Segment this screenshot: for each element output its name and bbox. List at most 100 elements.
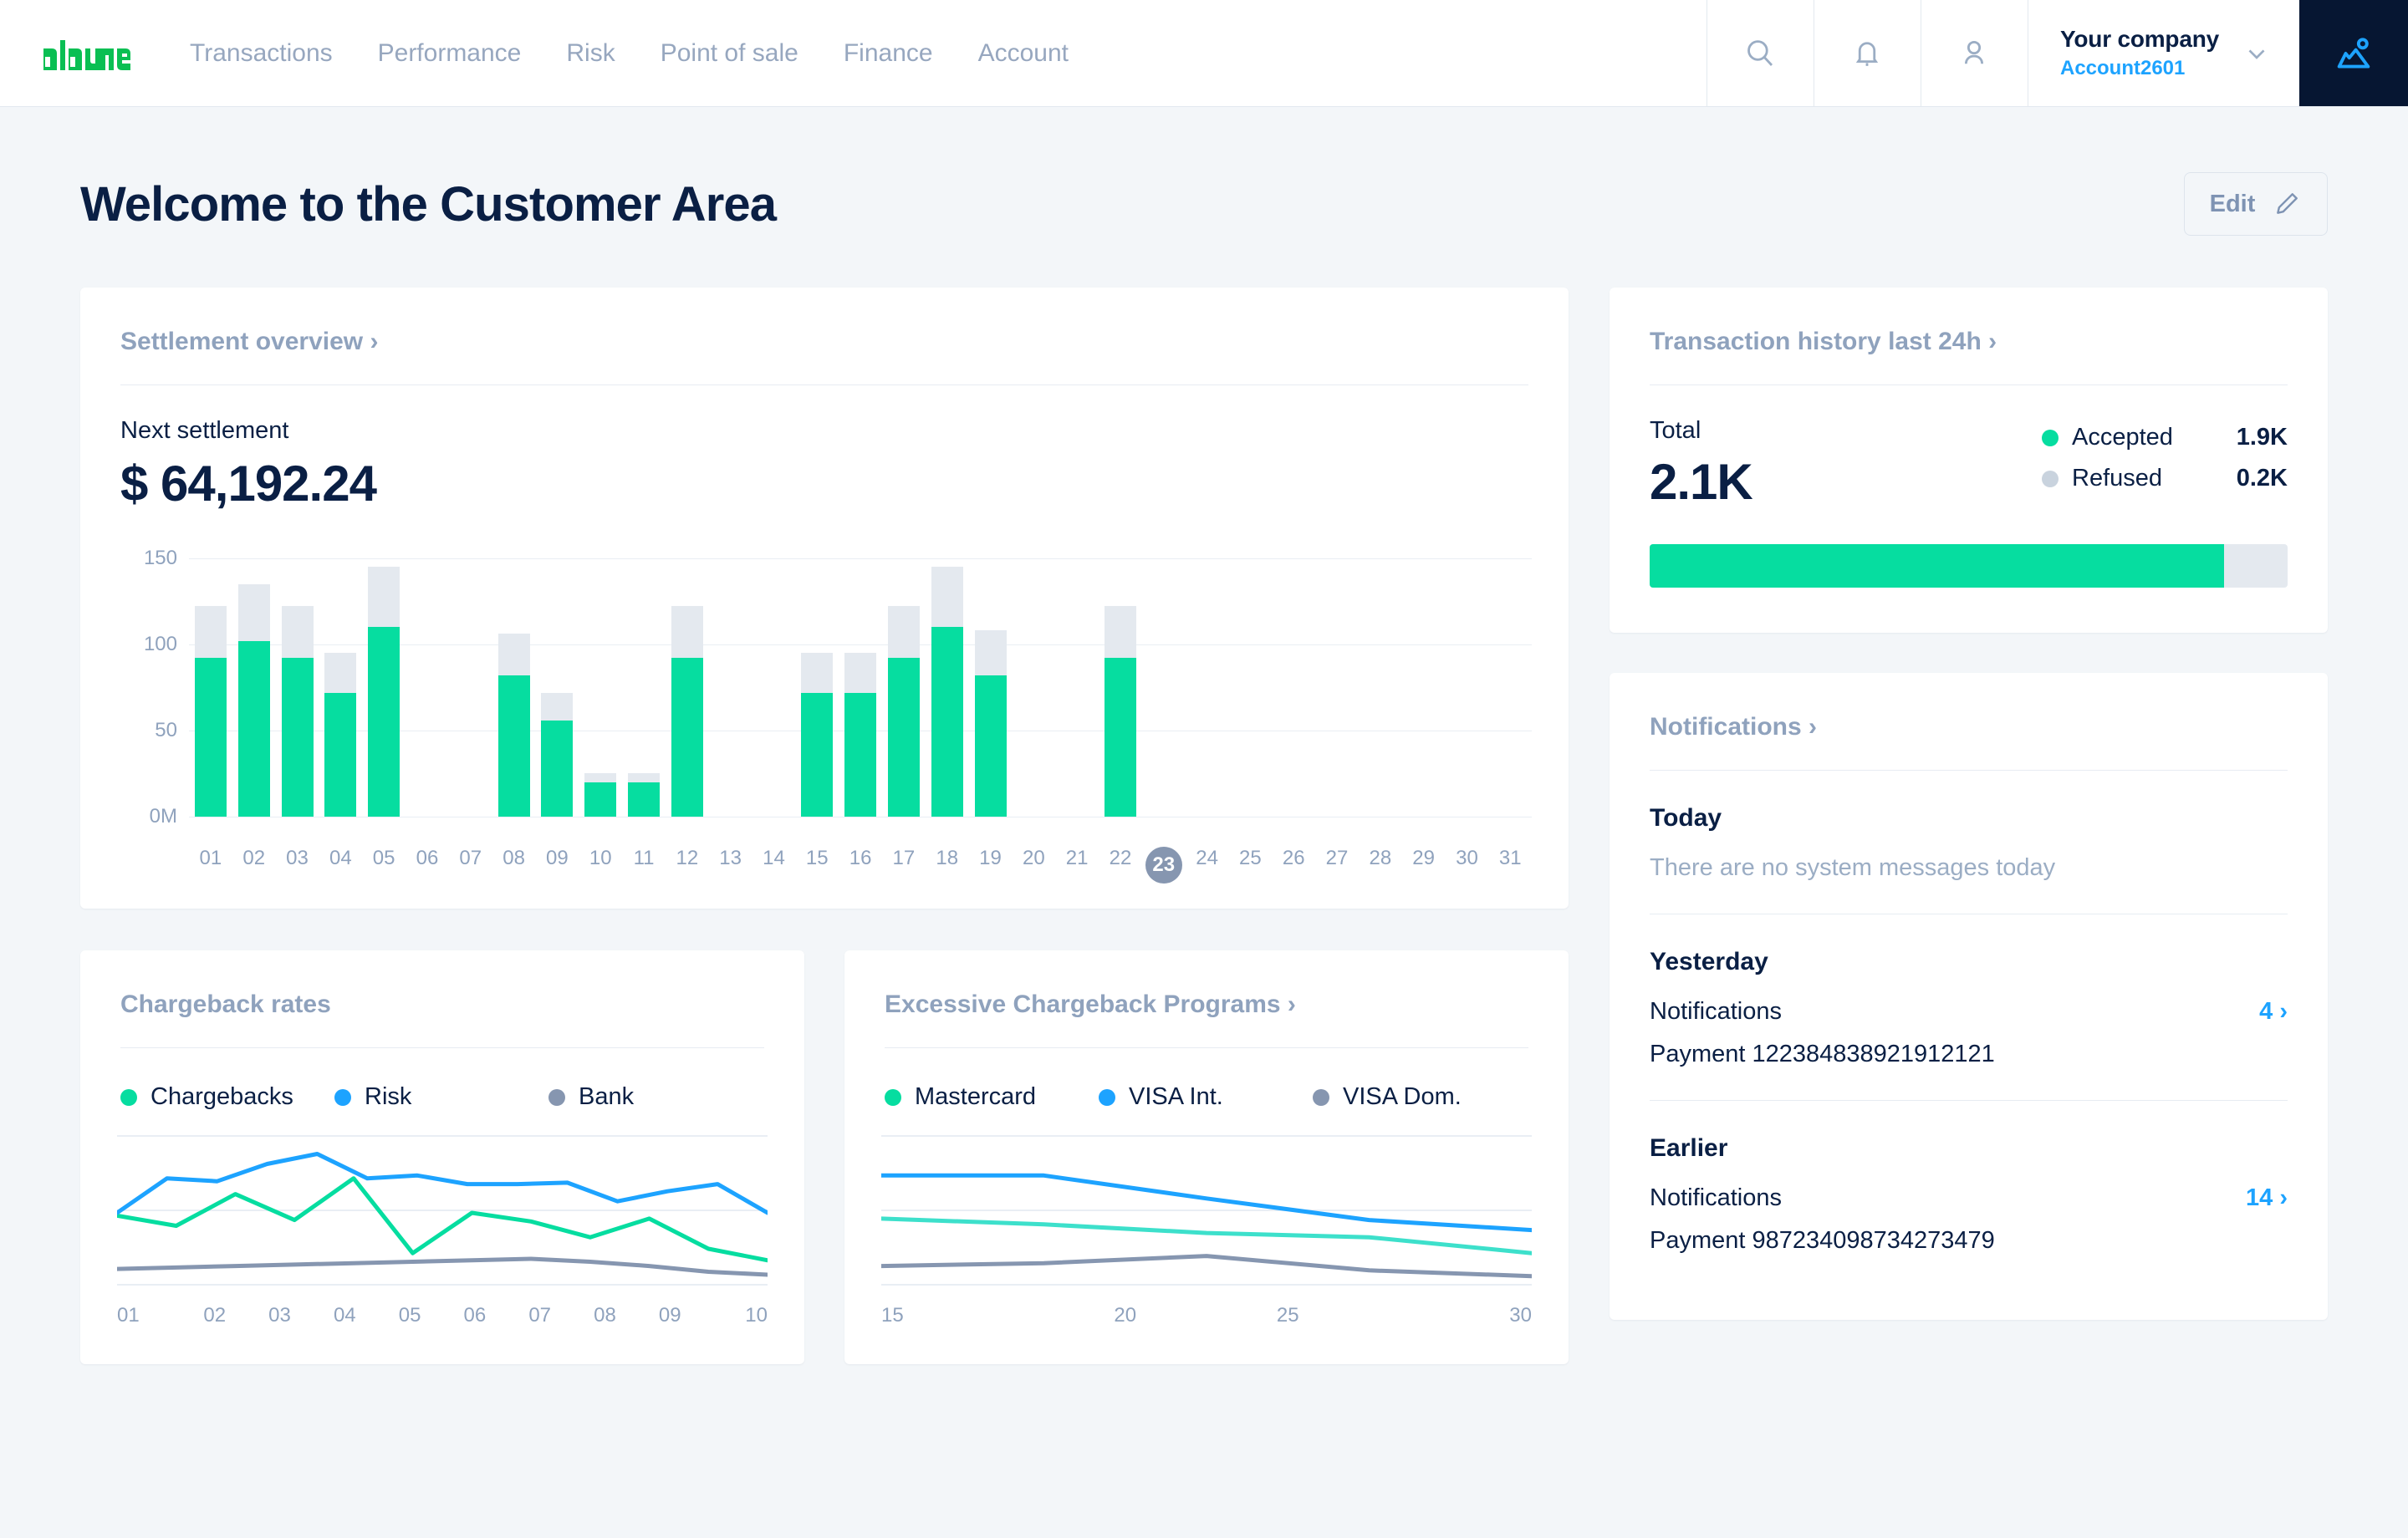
nav-item-transactions[interactable]: Transactions xyxy=(167,0,355,107)
x-axis-tick[interactable]: 29 xyxy=(1402,847,1446,884)
transaction-history-title[interactable]: Transaction history last 24h › xyxy=(1650,328,2288,385)
bar-segment-pending xyxy=(628,773,661,782)
x-axis-tick[interactable]: 19 xyxy=(969,847,1013,884)
notification-count-yesterday[interactable]: 4 › xyxy=(2259,998,2288,1026)
legend-dot-icon xyxy=(120,1088,137,1106)
x-axis-tick[interactable]: 21 xyxy=(1055,847,1099,884)
x-axis-tick-label: 19 xyxy=(979,847,1002,869)
legend-item[interactable]: VISA Dom. xyxy=(1313,1083,1462,1111)
notifications-title[interactable]: Notifications › xyxy=(1650,713,2288,771)
x-axis-tick[interactable]: 24 xyxy=(1186,847,1229,884)
x-axis-tick[interactable]: 16 xyxy=(839,847,882,884)
adyen-logo[interactable] xyxy=(0,0,167,106)
bar[interactable] xyxy=(194,606,227,817)
x-axis-tick[interactable]: 03 xyxy=(276,847,319,884)
ecp-card-header: Excessive Chargeback Programs › xyxy=(844,950,1569,1048)
bottom-card-row: Chargeback rates Chargebacks Risk Bank 01 0… xyxy=(80,950,1569,1364)
bar-slot xyxy=(1488,541,1532,817)
settlement-bar-chart: 0M 50 100 150 xyxy=(80,512,1569,833)
x-axis-tick[interactable]: 08 xyxy=(492,847,536,884)
ecp-x-axis: 15 20 25 30 xyxy=(844,1296,1569,1364)
transaction-history-body: Total 2.1K Accepted 1.9K Refused 0.2K xyxy=(1610,385,2328,633)
profile-button[interactable] xyxy=(1920,0,2028,106)
x-axis-tick[interactable]: 10 xyxy=(579,847,622,884)
bar[interactable] xyxy=(974,630,1007,817)
x-axis-tick-label: 13 xyxy=(719,847,742,869)
x-axis-tick[interactable]: 05 xyxy=(362,847,406,884)
legend-item[interactable]: Chargebacks xyxy=(120,1083,334,1111)
notification-row-yesterday: Notifications 4 › xyxy=(1650,998,2288,1026)
adyen-wordmark-icon xyxy=(43,39,130,70)
search-button[interactable] xyxy=(1706,0,1814,106)
bar-slot xyxy=(319,541,362,817)
bar-segment-pending xyxy=(931,566,963,628)
x-axis-tick[interactable]: 04 xyxy=(319,847,362,884)
x-axis-tick-label: 10 xyxy=(745,1304,768,1327)
x-axis-tick[interactable]: 15 xyxy=(795,847,839,884)
ecp-title[interactable]: Excessive Chargeback Programs › xyxy=(885,991,1528,1048)
notifications-button[interactable] xyxy=(1813,0,1921,106)
bar[interactable] xyxy=(844,653,877,817)
bar[interactable] xyxy=(497,634,530,817)
legend-item[interactable]: Risk xyxy=(334,1083,548,1111)
settlement-overview-title[interactable]: Settlement overview › xyxy=(120,328,1528,385)
notification-count-earlier[interactable]: 14 › xyxy=(2246,1184,2288,1212)
x-axis-tick[interactable]: 31 xyxy=(1488,847,1532,884)
x-axis-tick-label: 06 xyxy=(416,847,439,869)
x-axis-tick[interactable]: 11 xyxy=(622,847,666,884)
app-launcher-button[interactable] xyxy=(2299,0,2408,106)
legend-item[interactable]: Bank xyxy=(548,1083,634,1111)
x-axis-tick[interactable]: 25 xyxy=(1229,847,1273,884)
bar[interactable] xyxy=(281,606,314,817)
bar[interactable] xyxy=(237,583,270,817)
bar[interactable] xyxy=(541,692,574,817)
notification-payment-yesterday: Payment 122384838921912121 xyxy=(1650,1041,1995,1067)
bar[interactable] xyxy=(324,653,357,817)
bar[interactable] xyxy=(1104,606,1136,817)
legend-dot-icon xyxy=(1313,1088,1329,1106)
nav-item-finance[interactable]: Finance xyxy=(821,0,956,107)
x-axis-tick[interactable]: 01 xyxy=(189,847,232,884)
bar[interactable] xyxy=(671,606,703,817)
legend-item[interactable]: Mastercard xyxy=(885,1083,1099,1111)
x-axis-tick-selected[interactable]: 23 xyxy=(1142,847,1186,884)
bar[interactable] xyxy=(887,606,920,817)
x-axis-tick[interactable]: 27 xyxy=(1315,847,1359,884)
bar-slot xyxy=(492,541,536,817)
x-axis-tick[interactable]: 02 xyxy=(232,847,276,884)
x-axis-tick[interactable]: 09 xyxy=(536,847,579,884)
bar[interactable] xyxy=(628,773,661,817)
bar-slot xyxy=(839,541,882,817)
x-axis-tick[interactable]: 22 xyxy=(1099,847,1142,884)
nav-item-risk[interactable]: Risk xyxy=(543,0,637,107)
bar[interactable] xyxy=(801,653,834,817)
x-axis-tick[interactable]: 13 xyxy=(709,847,752,884)
bar[interactable] xyxy=(368,566,400,817)
nav-item-point-of-sale[interactable]: Point of sale xyxy=(638,0,821,107)
x-axis-tick[interactable]: 07 xyxy=(449,847,492,884)
edit-button[interactable]: Edit xyxy=(2184,172,2328,236)
x-axis-tick-label: 09 xyxy=(546,847,569,869)
nav-item-performance[interactable]: Performance xyxy=(355,0,544,107)
legend-label: Chargebacks xyxy=(150,1083,293,1110)
legend-item[interactable]: VISA Int. xyxy=(1099,1083,1313,1111)
nav-item-account[interactable]: Account xyxy=(956,0,1091,107)
x-axis-tick-label: 25 xyxy=(1239,847,1262,869)
header-spacer xyxy=(1091,0,1707,106)
bar[interactable] xyxy=(584,773,617,817)
x-axis-tick[interactable]: 06 xyxy=(406,847,449,884)
x-axis-tick-label: 08 xyxy=(594,1304,616,1327)
x-axis-tick[interactable]: 26 xyxy=(1272,847,1315,884)
x-axis-tick-label: 20 xyxy=(1114,1304,1137,1327)
x-axis-tick[interactable]: 14 xyxy=(752,847,796,884)
x-axis-tick[interactable]: 12 xyxy=(666,847,709,884)
bell-icon xyxy=(1856,41,1879,66)
x-axis-tick[interactable]: 17 xyxy=(882,847,926,884)
bar[interactable] xyxy=(931,566,963,817)
x-axis-tick[interactable]: 30 xyxy=(1446,847,1489,884)
x-axis-tick[interactable]: 28 xyxy=(1359,847,1402,884)
x-axis-tick[interactable]: 20 xyxy=(1012,847,1055,884)
accepted-value: 1.9K xyxy=(2236,424,2288,451)
x-axis-tick[interactable]: 18 xyxy=(926,847,969,884)
account-switcher[interactable]: Your company Account2601 xyxy=(2027,0,2299,106)
